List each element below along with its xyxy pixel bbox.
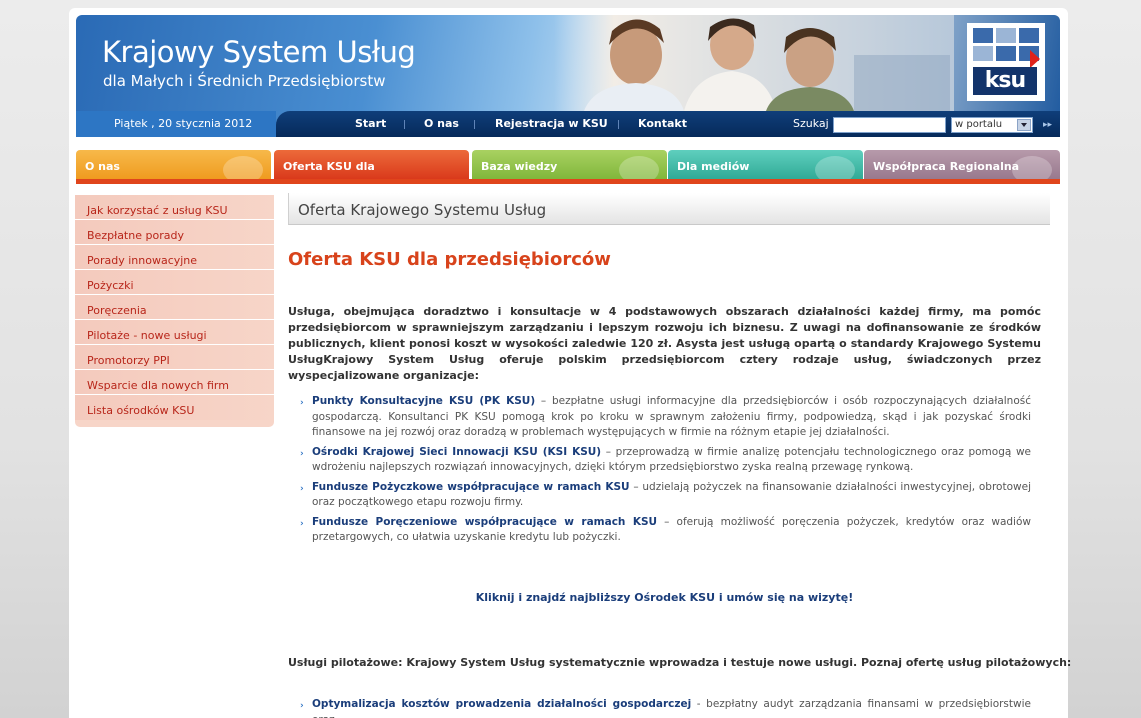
list-item: › Ośrodki Krajowej Sieci Innowacji KSU (…	[298, 445, 1031, 476]
find-center-link[interactable]: Kliknij i znajdź najbliższy Ośrodek KSU …	[288, 591, 1041, 604]
logo-arrow-icon	[1030, 50, 1040, 68]
sidebar-item-poreczenia[interactable]: Poręczenia	[75, 295, 274, 320]
site-title[interactable]: Krajowy System Usług	[102, 35, 416, 69]
tab-oferta-ksu[interactable]: Oferta KSU dla przedsiębiorców	[274, 150, 469, 180]
header-photo	[554, 15, 954, 111]
list-item: › Punkty Konsultacyjne KSU (PK KSU) – be…	[298, 394, 1031, 441]
nav-o-nas[interactable]: O nas	[424, 111, 459, 137]
page-heading: Oferta KSU dla przedsiębiorców	[288, 249, 611, 270]
section-title: Oferta Krajowego Systemu Usług	[298, 201, 547, 219]
tab-o-nas[interactable]: O nas	[76, 150, 271, 180]
tab-label: Oferta KSU dla przedsiębiorców	[283, 160, 375, 173]
service-link[interactable]: Optymalizacja kosztów prowadzenia działa…	[312, 698, 691, 710]
nav-separator	[474, 120, 475, 129]
service-link[interactable]: Ośrodki Krajowej Sieci Innowacji KSU (KS…	[312, 446, 601, 458]
sidebar-menu: Jak korzystać z usług KSU Bezpłatne pora…	[75, 195, 274, 427]
list-item: › Fundusze Pożyczkowe współpracujące w r…	[298, 480, 1031, 511]
intro-paragraph: Usługa, obejmująca doradztwo i konsultac…	[288, 305, 1041, 382]
bullet-icon: ›	[300, 701, 304, 711]
tab-baza-wiedzy[interactable]: Baza wiedzy	[472, 150, 667, 180]
ksu-logo[interactable]: ksu	[967, 23, 1045, 101]
sidebar-item-lista-osrodkow[interactable]: Lista ośrodków KSU	[75, 395, 274, 420]
search-scope-value: w portalu	[955, 119, 1003, 130]
service-link[interactable]: Fundusze Pożyczkowe współpracujące w ram…	[312, 481, 630, 493]
compass-icon	[1012, 156, 1052, 180]
book-icon	[619, 156, 659, 180]
sidebar-item-jak-korzystac[interactable]: Jak korzystać z usług KSU	[75, 195, 274, 220]
nav-separator	[404, 120, 405, 129]
pilot-services-intro: Usługi pilotażowe: Krajowy System Usług …	[288, 656, 1072, 669]
site-subtitle: dla Małych i Średnich Przedsiębiorstw	[103, 72, 386, 90]
search-input[interactable]	[833, 117, 946, 133]
bullet-icon: ›	[300, 518, 304, 529]
list-item: › Fundusze Poręczeniowe współpracujące w…	[298, 515, 1031, 546]
current-date: Piątek , 20 stycznia 2012	[76, 111, 276, 137]
nav-start[interactable]: Start	[355, 111, 386, 137]
section-tabs: O nas Oferta KSU dla przedsiębiorców Baz…	[76, 150, 1060, 180]
bullet-icon: ›	[300, 448, 304, 459]
sidebar-item-wsparcie-nowych-firm[interactable]: Wsparcie dla nowych firm	[75, 370, 274, 395]
tab-label: O nas	[85, 160, 120, 173]
sidebar-item-pilotaze[interactable]: Pilotaże - nowe usługi	[75, 320, 274, 345]
microphone-icon	[815, 156, 855, 180]
services-list: › Punkty Konsultacyjne KSU (PK KSU) – be…	[298, 394, 1031, 550]
search-label: Szukaj	[793, 117, 829, 130]
service-link[interactable]: Punkty Konsultacyjne KSU (PK KSU)	[312, 395, 535, 407]
bullet-icon: ›	[300, 398, 304, 408]
tab-wspolpraca-regionalna[interactable]: Współpraca Regionalna	[864, 150, 1060, 180]
sidebar-item-bezplatne-porady[interactable]: Bezpłatne porady	[75, 220, 274, 245]
top-navigation: Start O nas Rejestracja w KSU Kontakt Sz…	[276, 111, 1060, 137]
sidebar-item-promotorzy-ppi[interactable]: Promotorzy PPI	[75, 345, 274, 370]
tab-label: Współpraca Regionalna	[873, 160, 1020, 173]
chevron-down-icon[interactable]	[1017, 119, 1031, 131]
globe-icon	[223, 156, 263, 180]
content-section-header: Oferta Krajowego Systemu Usług	[288, 193, 1050, 225]
nav-kontakt[interactable]: Kontakt	[638, 111, 687, 137]
sidebar-item-porady-innowacyjne[interactable]: Porady innowacyjne	[75, 245, 274, 270]
tab-label: Dla mediów	[677, 160, 750, 173]
logo-text: ksu	[973, 67, 1037, 95]
service-link[interactable]: Fundusze Poręczeniowe współpracujące w r…	[312, 516, 657, 528]
list-item: › Optymalizacja kosztów prowadzenia dzia…	[298, 697, 1031, 718]
tab-underline	[76, 179, 1060, 184]
bullet-icon: ›	[300, 483, 304, 494]
tab-dla-mediow[interactable]: Dla mediów	[668, 150, 863, 180]
search-scope-select[interactable]: w portalu	[951, 117, 1033, 133]
nav-rejestracja[interactable]: Rejestracja w KSU	[495, 111, 608, 137]
sidebar-item-pozyczki[interactable]: Pożyczki	[75, 270, 274, 295]
pilot-services-list: › Optymalizacja kosztów prowadzenia dzia…	[298, 697, 1031, 718]
nav-separator	[618, 120, 619, 129]
search-go-icon[interactable]: ▸▸	[1043, 120, 1052, 130]
tab-label: Baza wiedzy	[481, 160, 558, 173]
